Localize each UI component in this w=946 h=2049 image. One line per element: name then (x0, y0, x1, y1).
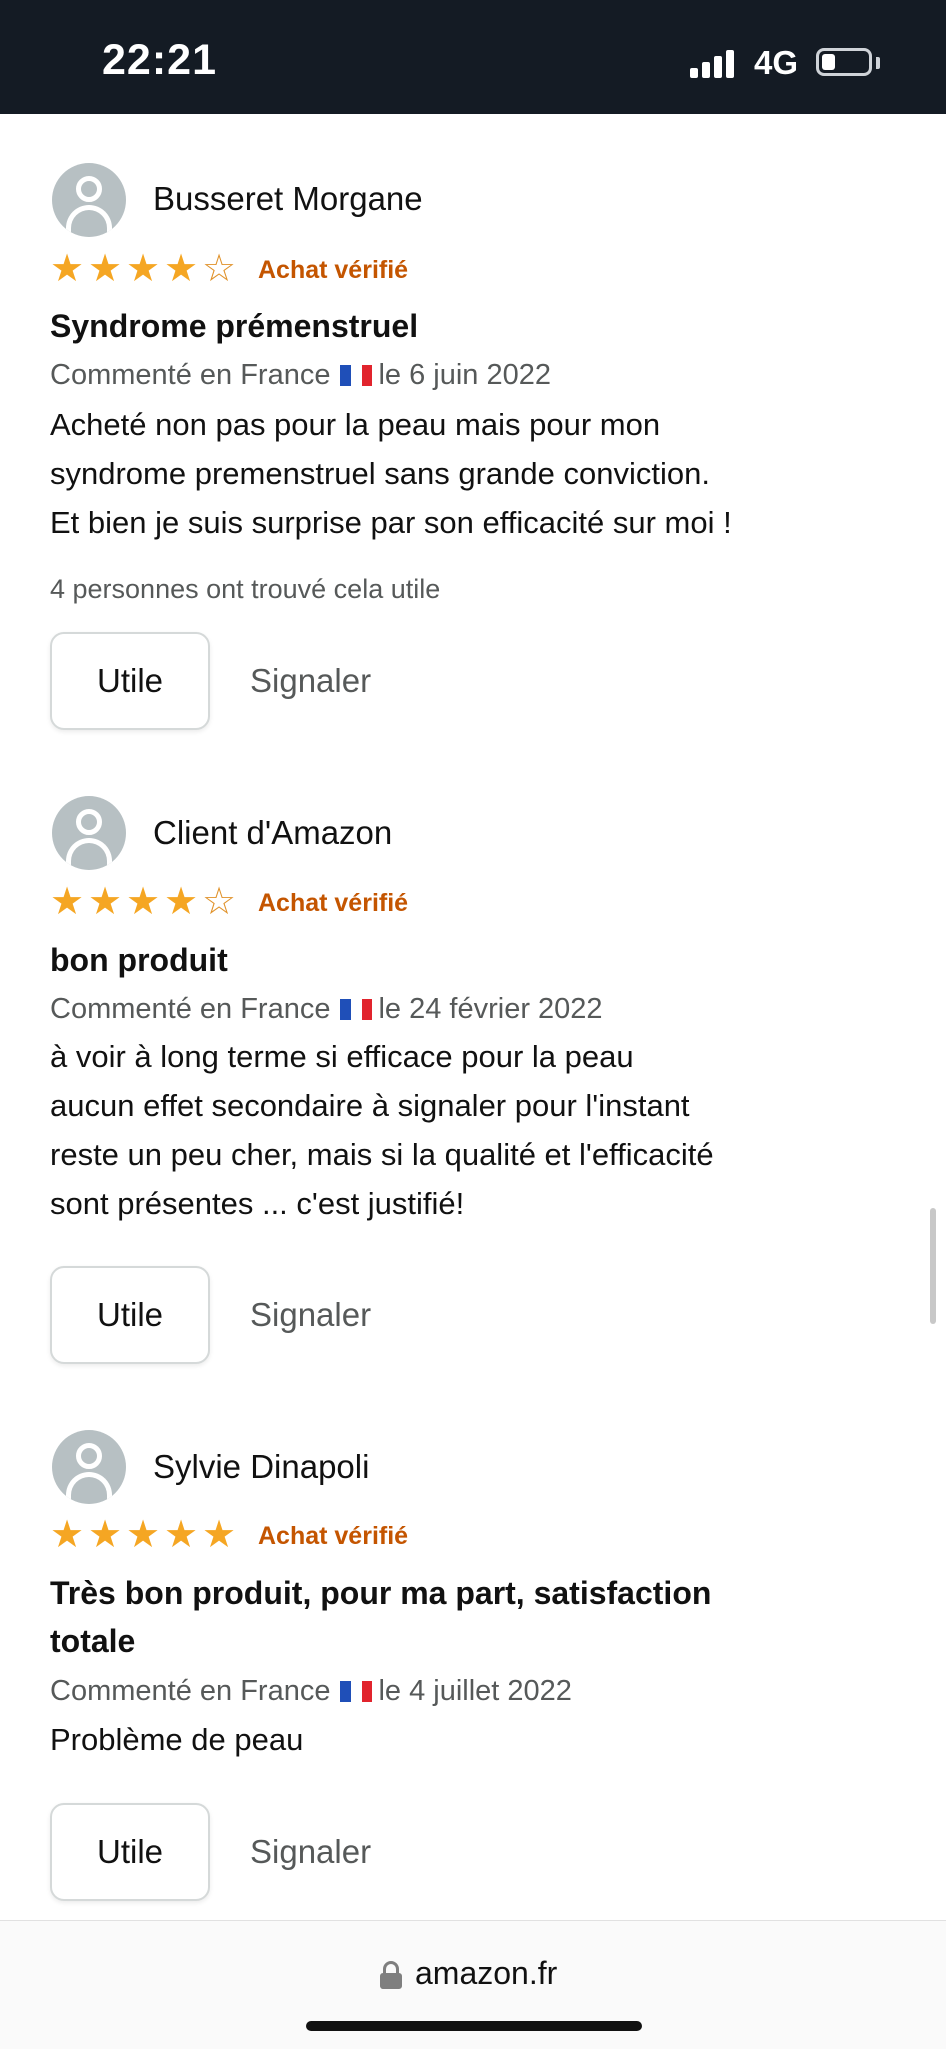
star-rating: ★ ★ ★ ★ ★ (48, 1515, 238, 1555)
verified-purchase-badge: Achat vérifié (258, 256, 409, 284)
star-rating: ★ ★ ★ ★ ☆ (48, 882, 238, 922)
user-avatar-icon (52, 163, 126, 237)
star-rating: ★ ★ ★ ★ ☆ (48, 249, 238, 289)
verified-purchase-badge: Achat vérifié (258, 1522, 409, 1550)
review-author[interactable]: Sylvie Dinapoli (153, 1448, 369, 1486)
review-country: Commenté en France (50, 1675, 331, 1707)
star-icon: ★ (163, 248, 199, 290)
review-body-line: reste un peu cher, mais si la qualité et… (50, 1137, 714, 1172)
status-time: 22:21 (102, 36, 217, 84)
review-body-line: Acheté non pas pour la peau mais pour mo… (50, 407, 661, 442)
report-link[interactable]: Signaler (250, 1833, 371, 1871)
star-empty-icon: ☆ (201, 248, 237, 290)
review-meta: Commenté en France le 24 février 2022 (50, 993, 603, 1026)
star-icon: ★ (125, 881, 161, 923)
network-type: 4G (754, 44, 799, 81)
france-flag-icon (340, 1677, 373, 1702)
review-body-line: sont présentes ... c'est justifié! (50, 1186, 465, 1221)
star-icon: ★ (87, 881, 123, 923)
review-author[interactable]: Busseret Morgane (153, 180, 423, 218)
review-date: le 24 février 2022 (378, 993, 603, 1025)
star-icon: ★ (163, 1514, 199, 1556)
review-title[interactable]: Très bon produit, pour ma part, satisfac… (50, 1569, 890, 1665)
report-link[interactable]: Signaler (250, 662, 371, 700)
star-icon: ★ (87, 1514, 123, 1556)
home-indicator[interactable] (306, 2021, 642, 2031)
helpful-count: 4 personnes ont trouvé cela utile (50, 574, 441, 604)
star-icon: ★ (125, 248, 161, 290)
review-meta: Commenté en France le 6 juin 2022 (50, 359, 551, 392)
review-date: le 6 juin 2022 (378, 359, 551, 391)
star-icon: ★ (87, 248, 123, 290)
user-avatar-icon (52, 796, 126, 870)
review-meta: Commenté en France le 4 juillet 2022 (50, 1675, 572, 1708)
france-flag-icon (340, 995, 373, 1020)
review-title[interactable]: bon produit (50, 936, 890, 984)
review-body-line: Et bien je suis surprise par son efficac… (50, 505, 732, 540)
battery-icon (816, 48, 872, 76)
browser-address-bar[interactable]: amazon.fr (0, 1920, 946, 2049)
url-domain[interactable]: amazon.fr (415, 1955, 557, 1992)
france-flag-icon (340, 361, 373, 386)
star-icon: ★ (49, 881, 85, 923)
review-body: Problème de peau (50, 1715, 910, 1764)
helpful-button[interactable]: Utile (50, 1803, 210, 1901)
star-empty-icon: ☆ (201, 881, 237, 923)
scrollbar[interactable] (930, 1208, 936, 1324)
star-icon: ★ (125, 1514, 161, 1556)
star-icon: ★ (163, 881, 199, 923)
review-body-line: Problème de peau (50, 1722, 304, 1757)
review-body: Acheté non pas pour la peau mais pour mo… (50, 400, 910, 547)
verified-purchase-badge: Achat vérifié (258, 889, 409, 917)
review-title[interactable]: Syndrome prémenstruel (50, 302, 890, 350)
review-country: Commenté en France (50, 993, 331, 1025)
report-link[interactable]: Signaler (250, 1296, 371, 1334)
status-bar: 22:21 4G (0, 0, 946, 114)
review-body: à voir à long terme si efficace pour la … (50, 1032, 910, 1228)
star-icon: ★ (201, 1514, 237, 1556)
review-title-line: totale (50, 1623, 136, 1659)
helpful-button[interactable]: Utile (50, 1266, 210, 1364)
star-icon: ★ (49, 1514, 85, 1556)
review-body-line: à voir à long terme si efficace pour la … (50, 1039, 634, 1074)
review-author[interactable]: Client d'Amazon (153, 814, 392, 852)
review-body-line: aucun effet secondaire à signaler pour l… (50, 1088, 690, 1123)
review-country: Commenté en France (50, 359, 331, 391)
user-avatar-icon (52, 1430, 126, 1504)
review-date: le 4 juillet 2022 (378, 1675, 572, 1707)
helpful-button[interactable]: Utile (50, 632, 210, 730)
star-icon: ★ (49, 248, 85, 290)
lock-icon (380, 1961, 402, 1989)
cellular-signal-icon (690, 50, 742, 78)
review-body-line: syndrome premenstruel sans grande convic… (50, 456, 710, 491)
review-title-line: Très bon produit, pour ma part, satisfac… (50, 1575, 712, 1611)
